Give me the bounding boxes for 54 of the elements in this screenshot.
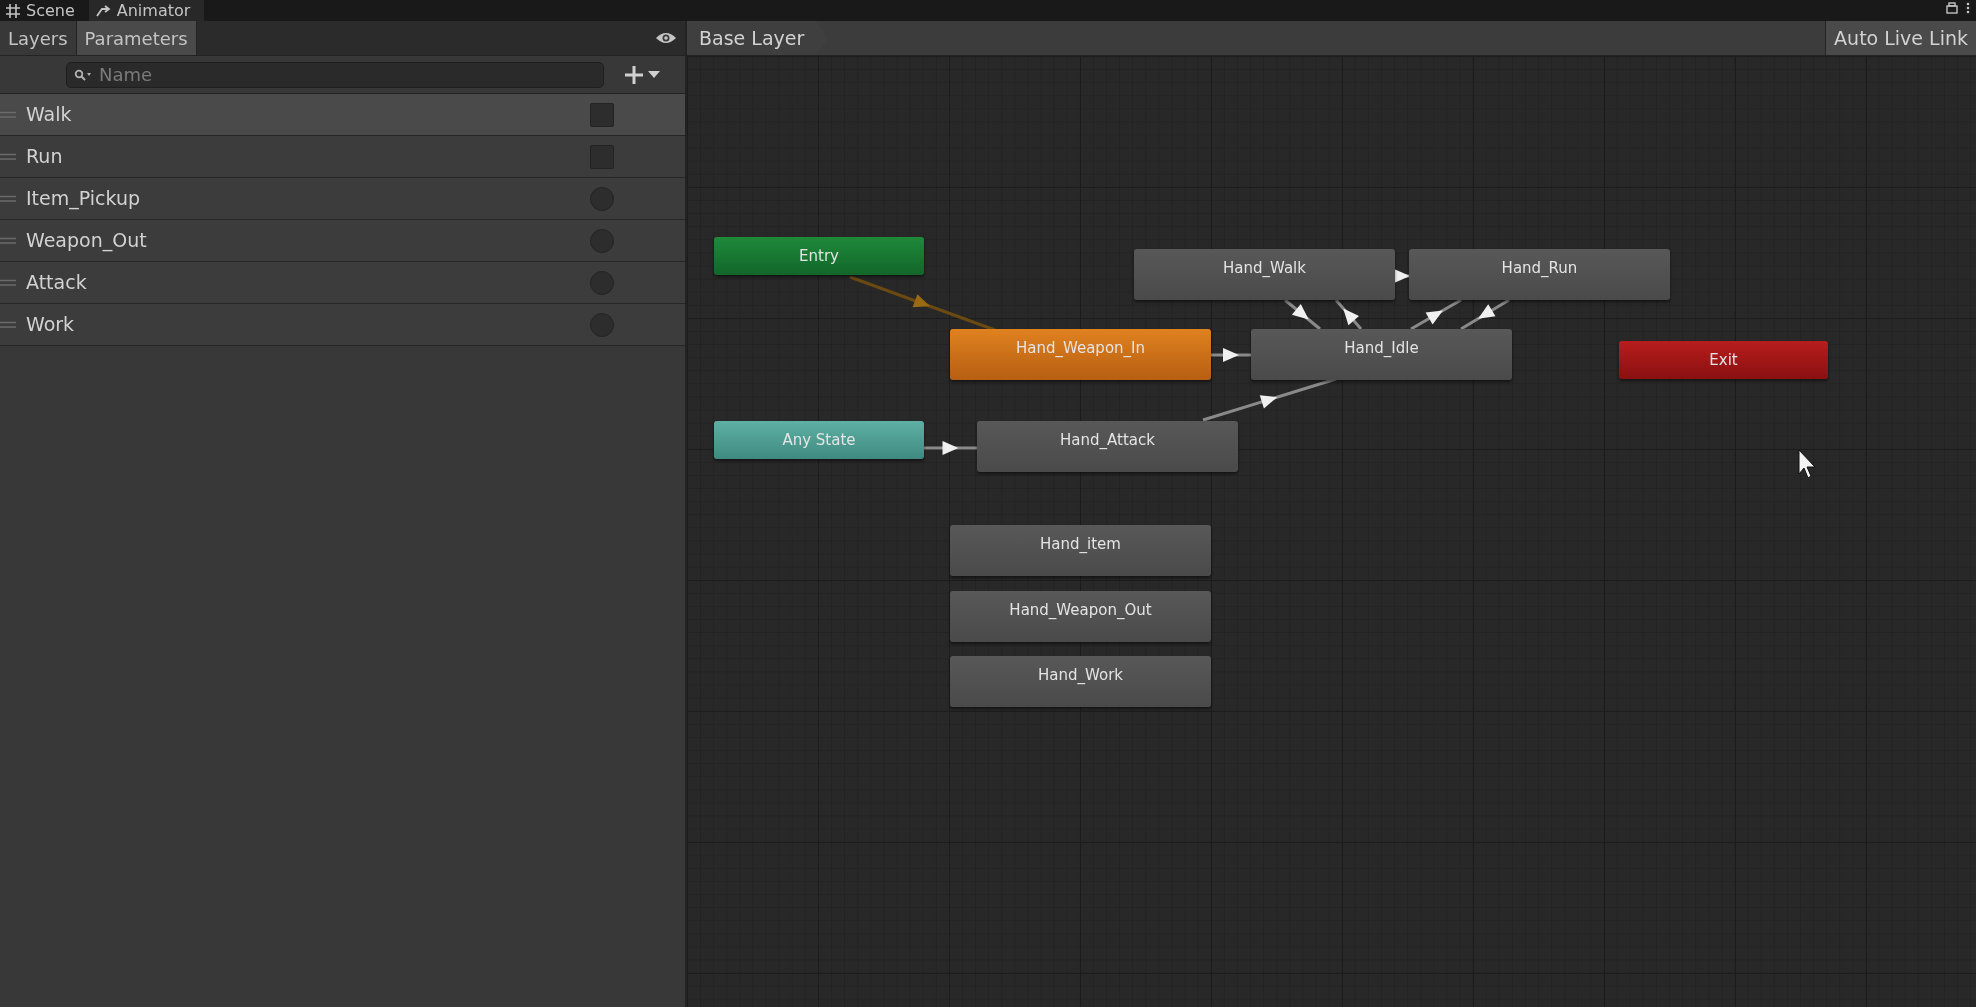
transition-arrow[interactable] [1211, 348, 1251, 362]
state-node[interactable]: Hand_Work [950, 656, 1211, 707]
mouse-cursor-icon [1798, 449, 1816, 479]
panel-tab[interactable]: Parameters [76, 21, 197, 55]
parameter-row[interactable]: Attack [0, 262, 685, 304]
exit-node[interactable]: Exit [1619, 341, 1828, 379]
state-node[interactable]: Hand_Idle [1251, 329, 1512, 380]
drag-handle-icon [0, 110, 16, 119]
transition-arrow[interactable] [1460, 298, 1510, 331]
checkbox[interactable] [590, 144, 614, 169]
plus-icon [624, 64, 644, 85]
drag-handle-icon [0, 236, 16, 245]
transition-arrow[interactable] [1410, 298, 1462, 331]
parameter-name: Weapon_Out [26, 228, 148, 254]
parameter-row[interactable]: Item_Pickup [0, 178, 685, 220]
transition-arrow[interactable] [1284, 298, 1321, 331]
state-node[interactable]: Hand_item [950, 525, 1211, 576]
restore-icon [1946, 2, 1958, 14]
panel-tab[interactable]: Layers [0, 21, 77, 55]
transition-arrow[interactable] [1334, 299, 1363, 330]
parameter-row[interactable]: Run [0, 136, 685, 178]
trigger-toggle[interactable] [590, 228, 614, 253]
parameter-name: Walk [26, 102, 73, 128]
state-node[interactable]: Hand_Attack [977, 421, 1238, 472]
trigger-toggle[interactable] [590, 186, 614, 211]
parameter-row[interactable]: Work [0, 304, 685, 346]
parameter-name: Attack [26, 270, 88, 296]
parameter-name: Run [26, 144, 64, 170]
entry-node[interactable]: Entry [714, 237, 924, 275]
eye-icon[interactable] [655, 31, 677, 45]
add-parameter-button[interactable] [624, 64, 660, 85]
state-node[interactable]: Hand_Walk [1134, 249, 1395, 300]
trigger-toggle[interactable] [590, 270, 614, 295]
caret-icon [648, 70, 660, 79]
search-field[interactable]: Name [66, 61, 604, 88]
kebab-menu-icon [1966, 2, 1970, 14]
state-node[interactable]: Hand_Weapon_Out [950, 591, 1211, 642]
auto-live-link-button[interactable]: Auto Live Link [1825, 21, 1976, 55]
grid-icon [6, 3, 20, 18]
window-tab[interactable]: Animator [88, 0, 205, 21]
parameter-name: Work [26, 312, 76, 338]
state-node[interactable]: Hand_Run [1409, 249, 1670, 300]
node-arrow-icon [94, 3, 111, 18]
drag-handle-icon [0, 194, 16, 203]
drag-handle-icon [0, 152, 16, 161]
trigger-toggle[interactable] [590, 312, 614, 337]
parameter-row[interactable]: Weapon_Out [0, 220, 685, 262]
checkbox[interactable] [590, 102, 614, 127]
parameter-name: Item_Pickup [26, 186, 142, 212]
parameter-row[interactable]: Walk [0, 94, 685, 136]
drag-handle-icon [0, 320, 16, 329]
window-tab[interactable]: Scene [0, 0, 89, 21]
drag-handle-icon [0, 278, 16, 287]
transition-arrow[interactable] [924, 441, 977, 455]
